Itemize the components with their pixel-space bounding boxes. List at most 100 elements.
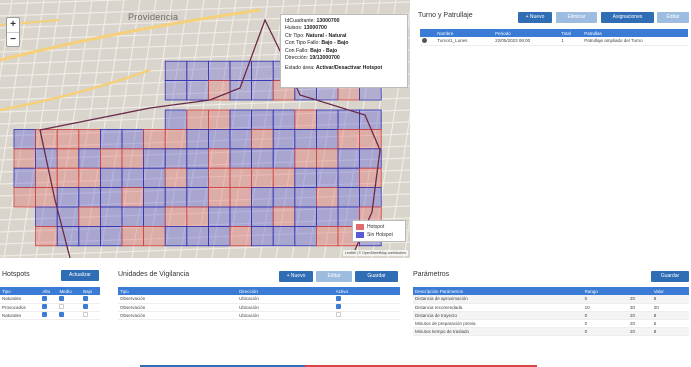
no-hotspot-cell[interactable] xyxy=(294,206,317,227)
no-hotspot-cell[interactable] xyxy=(294,128,317,150)
table-row[interactable]: Distancia de aproximación 0 20 8 xyxy=(413,295,689,304)
checkbox[interactable] xyxy=(83,304,89,309)
no-hotspot-cell[interactable] xyxy=(13,167,37,188)
parametro-cell[interactable]: 8 xyxy=(651,327,689,336)
no-hotspot-cell[interactable] xyxy=(13,128,37,150)
parametro-cell[interactable]: 8 xyxy=(651,295,689,304)
turnos-col-header[interactable]: Total xyxy=(559,29,583,37)
turnos-new-button[interactable]: + Nuevo xyxy=(518,12,552,23)
parametro-cell[interactable]: 5 xyxy=(651,319,689,328)
hotspot-cell[interactable] xyxy=(35,128,58,150)
no-hotspot-cell[interactable] xyxy=(315,109,339,130)
checkbox[interactable] xyxy=(42,304,48,309)
hotspot-cell[interactable] xyxy=(121,187,145,208)
no-hotspot-cell[interactable] xyxy=(315,206,339,227)
hotspot-cell[interactable] xyxy=(251,167,274,188)
no-hotspot-cell[interactable] xyxy=(272,187,296,208)
no-hotspot-cell[interactable] xyxy=(207,60,231,82)
table-row[interactable]: Turno/1_Lunes 22/05/2023 06:00 1 Patrullaje… xyxy=(420,37,688,46)
no-hotspot-cell[interactable] xyxy=(337,167,361,188)
no-hotspot-cell[interactable] xyxy=(229,206,253,227)
table-row[interactable]: Distancia de trayecto 0 20 8 xyxy=(413,311,689,320)
table-row[interactable]: Minutos de preparación previa 0 20 5 xyxy=(413,319,689,328)
hotspot-cell[interactable] xyxy=(229,225,253,247)
no-hotspot-cell[interactable] xyxy=(251,225,274,247)
table-row[interactable]: Observación Ubicación xyxy=(118,303,400,312)
checkbox[interactable] xyxy=(335,304,341,309)
hotspot-cell[interactable] xyxy=(121,225,145,247)
hotspot-cell[interactable] xyxy=(121,148,145,169)
hotspot-cell[interactable] xyxy=(56,167,80,188)
table-row[interactable]: Minutos tiempo de traslado 0 20 8 xyxy=(413,327,689,336)
no-hotspot-cell[interactable] xyxy=(100,128,123,150)
hotspot-cell[interactable] xyxy=(143,128,166,150)
no-hotspot-cell[interactable] xyxy=(207,225,231,247)
hotspot-cell[interactable] xyxy=(13,187,37,208)
turnos-col-header[interactable]: Periodo xyxy=(493,29,560,37)
unidades-new-button[interactable]: + Nuevo xyxy=(279,271,313,282)
no-hotspot-cell[interactable] xyxy=(186,167,209,188)
no-hotspot-cell[interactable] xyxy=(272,128,296,150)
map-attribution[interactable]: Leaflet | © OpenStreetMap contributors xyxy=(343,250,408,256)
table-row[interactable]: Observación Ubicación xyxy=(118,295,400,304)
turnos-col-header[interactable]: Nombre xyxy=(435,29,494,37)
no-hotspot-cell[interactable] xyxy=(294,225,317,247)
toggle-hotspot-link[interactable]: Activar/Desactivar Hotspot xyxy=(316,65,382,71)
no-hotspot-cell[interactable] xyxy=(164,225,188,247)
hotspot-cell[interactable] xyxy=(35,225,58,247)
checkbox[interactable] xyxy=(59,304,65,309)
no-hotspot-cell[interactable] xyxy=(56,187,80,208)
no-hotspot-cell[interactable] xyxy=(121,167,145,188)
hotspot-cell[interactable] xyxy=(294,109,317,130)
no-hotspot-cell[interactable] xyxy=(251,148,274,169)
parametros-save-button[interactable]: Guardar xyxy=(651,271,689,282)
hotspot-cell[interactable] xyxy=(78,206,101,227)
hotspot-cell[interactable] xyxy=(207,167,231,188)
no-hotspot-cell[interactable] xyxy=(251,206,274,227)
checkbox[interactable] xyxy=(59,312,65,317)
turnos-delete-button[interactable]: Eliminar xyxy=(556,12,597,23)
no-hotspot-cell[interactable] xyxy=(100,187,123,208)
hotspot-cell[interactable] xyxy=(56,148,80,169)
no-hotspot-cell[interactable] xyxy=(251,187,274,208)
hotspot-cell[interactable] xyxy=(207,187,231,208)
turnos-col-header[interactable] xyxy=(420,29,436,37)
no-hotspot-cell[interactable] xyxy=(186,128,209,150)
no-hotspot-cell[interactable] xyxy=(229,109,253,130)
checkbox[interactable] xyxy=(83,295,89,301)
hotspot-cell[interactable] xyxy=(100,148,123,169)
no-hotspot-cell[interactable] xyxy=(315,128,339,150)
hotspot-cell[interactable] xyxy=(35,167,58,188)
no-hotspot-cell[interactable] xyxy=(121,128,145,150)
grid-cell[interactable] xyxy=(186,80,209,101)
parametro-cell[interactable]: 20 xyxy=(651,303,689,312)
hotspot-cell[interactable] xyxy=(207,109,231,130)
hotspot-cell[interactable] xyxy=(272,206,296,227)
no-hotspot-cell[interactable] xyxy=(359,187,382,208)
grid-cell[interactable] xyxy=(207,80,231,101)
hotspot-cell[interactable] xyxy=(78,128,101,150)
checkbox[interactable] xyxy=(335,295,341,301)
no-hotspot-cell[interactable] xyxy=(100,167,123,188)
hotspot-cell[interactable] xyxy=(164,128,188,150)
turnos-col-header[interactable]: Patrullas xyxy=(582,29,688,37)
table-row[interactable]: Distancia recomendada 10 30 20 xyxy=(413,303,689,312)
no-hotspot-cell[interactable] xyxy=(251,60,274,82)
grid-cell[interactable] xyxy=(164,80,188,101)
map-view[interactable]: Providencia + − IdCuadrante: 13000700 Hui… xyxy=(0,0,410,258)
no-hotspot-cell[interactable] xyxy=(337,187,361,208)
hotspot-cell[interactable] xyxy=(78,167,101,188)
hotspot-cell[interactable] xyxy=(164,206,188,227)
zoom-in-button[interactable]: + xyxy=(7,18,19,32)
no-hotspot-cell[interactable] xyxy=(337,148,361,169)
hotspot-cell[interactable] xyxy=(13,148,37,169)
no-hotspot-cell[interactable] xyxy=(78,187,101,208)
hotspot-cell[interactable] xyxy=(272,167,296,188)
no-hotspot-cell[interactable] xyxy=(186,187,209,208)
unidades-save-button[interactable]: Guardar xyxy=(355,271,398,282)
no-hotspot-cell[interactable] xyxy=(207,206,231,227)
no-hotspot-cell[interactable] xyxy=(164,60,188,82)
no-hotspot-cell[interactable] xyxy=(294,187,317,208)
no-hotspot-cell[interactable] xyxy=(186,148,209,169)
no-hotspot-cell[interactable] xyxy=(272,225,296,247)
